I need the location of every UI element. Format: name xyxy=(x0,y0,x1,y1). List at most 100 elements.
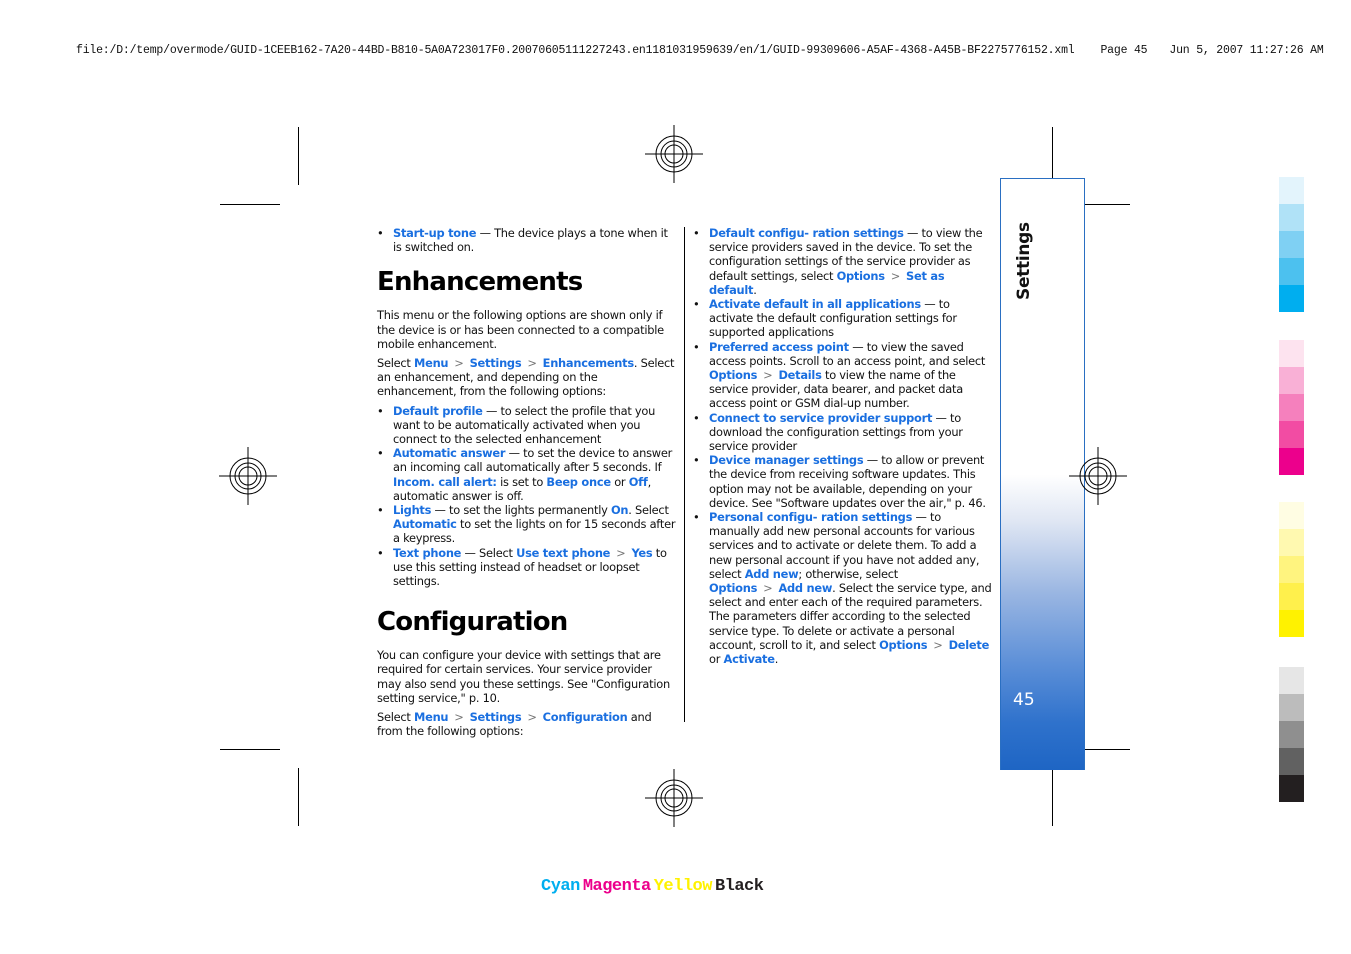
left-column: Start-up tone — The device plays a tone … xyxy=(377,226,677,743)
configuration-options-list: Default configu- ration settings — to vi… xyxy=(693,226,993,666)
option-term: Default configu- ration settings xyxy=(709,226,904,240)
chevron-right-icon: > xyxy=(454,710,464,725)
path-item: Menu xyxy=(414,710,449,725)
cyan-swatch xyxy=(1279,231,1304,258)
option-term: Start-up tone xyxy=(393,226,477,240)
yellow-label: Yellow xyxy=(653,877,713,896)
option-term: Device manager settings xyxy=(709,453,864,468)
option-term: Details xyxy=(778,368,822,383)
black-swatch xyxy=(1279,694,1304,721)
chevron-right-icon: > xyxy=(527,710,537,725)
option-text: . xyxy=(774,652,779,667)
option-text: or xyxy=(610,474,629,489)
option-term: Options xyxy=(879,637,928,652)
cyan-color-bar xyxy=(1279,177,1304,312)
magenta-color-bar xyxy=(1279,340,1304,475)
enhancements-intro: This menu or the following options are s… xyxy=(377,308,664,351)
option-term: Incom. call alert: xyxy=(393,474,497,489)
path-item: Configuration xyxy=(542,710,628,725)
enhancements-select-path: Select Menu > Settings > Enhancements. Selec… xyxy=(377,356,677,399)
list-item: Default profile — to select the profile … xyxy=(377,404,677,447)
magenta-swatch xyxy=(1279,448,1304,475)
crop-mark xyxy=(220,204,280,205)
chevron-right-icon: > xyxy=(527,356,537,371)
magenta-swatch xyxy=(1279,421,1304,448)
path-item: Settings xyxy=(469,356,522,371)
crop-mark xyxy=(1052,127,1053,185)
chevron-right-icon: > xyxy=(933,637,943,652)
section-heading-configuration: Configuration xyxy=(377,607,568,638)
list-item: Lights — to set the lights permanently O… xyxy=(377,503,677,546)
yellow-color-bar xyxy=(1279,502,1304,637)
startup-list: Start-up tone — The device plays a tone … xyxy=(377,226,677,254)
chevron-right-icon: > xyxy=(763,581,773,596)
chevron-right-icon: > xyxy=(890,268,901,283)
crop-mark xyxy=(220,749,280,750)
cmyk-label: Cyan Magenta Yellow Black xyxy=(541,877,766,896)
option-term: Personal configu- ration settings xyxy=(709,510,913,525)
registration-mark-icon xyxy=(219,447,277,505)
option-term: Options xyxy=(709,581,758,596)
list-item: Preferred access point — to view the sav… xyxy=(693,340,993,411)
list-item: Automatic answer — to set the device to … xyxy=(377,446,677,503)
right-column: Default configu- ration settings — to vi… xyxy=(693,226,993,666)
list-item: Activate default in all applications — t… xyxy=(693,297,993,340)
page-number: 45 xyxy=(1013,690,1035,710)
yellow-swatch xyxy=(1279,610,1304,637)
option-text: is set to xyxy=(496,474,547,489)
option-term: Automatic answer xyxy=(393,446,506,461)
print-header: file:/D:/temp/overmode/GUID-1CEEB162-7A2… xyxy=(76,44,1324,57)
option-text: ; otherwise, select xyxy=(798,566,898,581)
print-timestamp: Jun 5, 2007 11:27:26 AM xyxy=(1169,44,1324,57)
option-term: Preferred access point xyxy=(709,339,849,354)
magenta-swatch xyxy=(1279,367,1304,394)
option-term: Use text phone xyxy=(516,545,611,560)
list-item: Text phone — Select Use text phone>Yes t… xyxy=(377,546,677,589)
magenta-swatch xyxy=(1279,340,1304,367)
cyan-swatch xyxy=(1279,204,1304,231)
yellow-swatch xyxy=(1279,529,1304,556)
option-term: Add new xyxy=(744,566,799,581)
chevron-right-icon: > xyxy=(616,545,626,560)
option-term: Automatic xyxy=(393,517,457,532)
list-item: Connect to service provider support — to… xyxy=(693,411,993,454)
enhancements-options-list: Default profile — to select the profile … xyxy=(377,404,677,589)
path-item: Enhancements xyxy=(542,356,634,371)
option-text: . xyxy=(753,282,757,297)
yellow-swatch xyxy=(1279,502,1304,529)
file-path: file:/D:/temp/overmode/GUID-1CEEB162-7A2… xyxy=(76,44,1075,57)
option-term: Activate xyxy=(723,652,775,667)
configuration-intro: You can configure your device with setti… xyxy=(377,648,670,705)
yellow-swatch xyxy=(1279,583,1304,610)
option-term: Activate default in all applications xyxy=(709,297,921,312)
cyan-swatch xyxy=(1279,258,1304,285)
registration-mark-icon xyxy=(1069,447,1127,505)
crop-mark xyxy=(1052,768,1053,826)
option-text: — to set the lights permanently xyxy=(431,503,611,518)
registration-mark-icon xyxy=(645,125,703,183)
page-label: Page 45 xyxy=(1100,44,1148,57)
option-term: Yes xyxy=(631,545,653,560)
list-item: Start-up tone — The device plays a tone … xyxy=(377,226,677,254)
magenta-swatch xyxy=(1279,394,1304,421)
option-term: Beep once xyxy=(546,474,611,489)
cyan-label: Cyan xyxy=(541,877,580,896)
black-swatch xyxy=(1279,721,1304,748)
option-text: . Select xyxy=(628,503,669,518)
chevron-right-icon: > xyxy=(763,368,773,383)
magenta-label: Magenta xyxy=(582,877,651,896)
black-label: Black xyxy=(714,877,764,896)
crop-mark xyxy=(298,768,299,826)
option-text: or xyxy=(709,652,724,667)
cyan-swatch xyxy=(1279,177,1304,204)
list-item: Default configu- ration settings — to vi… xyxy=(693,226,993,297)
black-swatch xyxy=(1279,775,1304,802)
option-text: — Select xyxy=(461,545,517,560)
chapter-title: Settings xyxy=(1014,222,1034,300)
text: Select xyxy=(377,356,415,371)
black-color-bar xyxy=(1279,667,1304,802)
option-term: Delete xyxy=(948,637,990,652)
path-item: Menu xyxy=(414,356,449,371)
yellow-swatch xyxy=(1279,556,1304,583)
option-term: Options xyxy=(836,268,885,283)
